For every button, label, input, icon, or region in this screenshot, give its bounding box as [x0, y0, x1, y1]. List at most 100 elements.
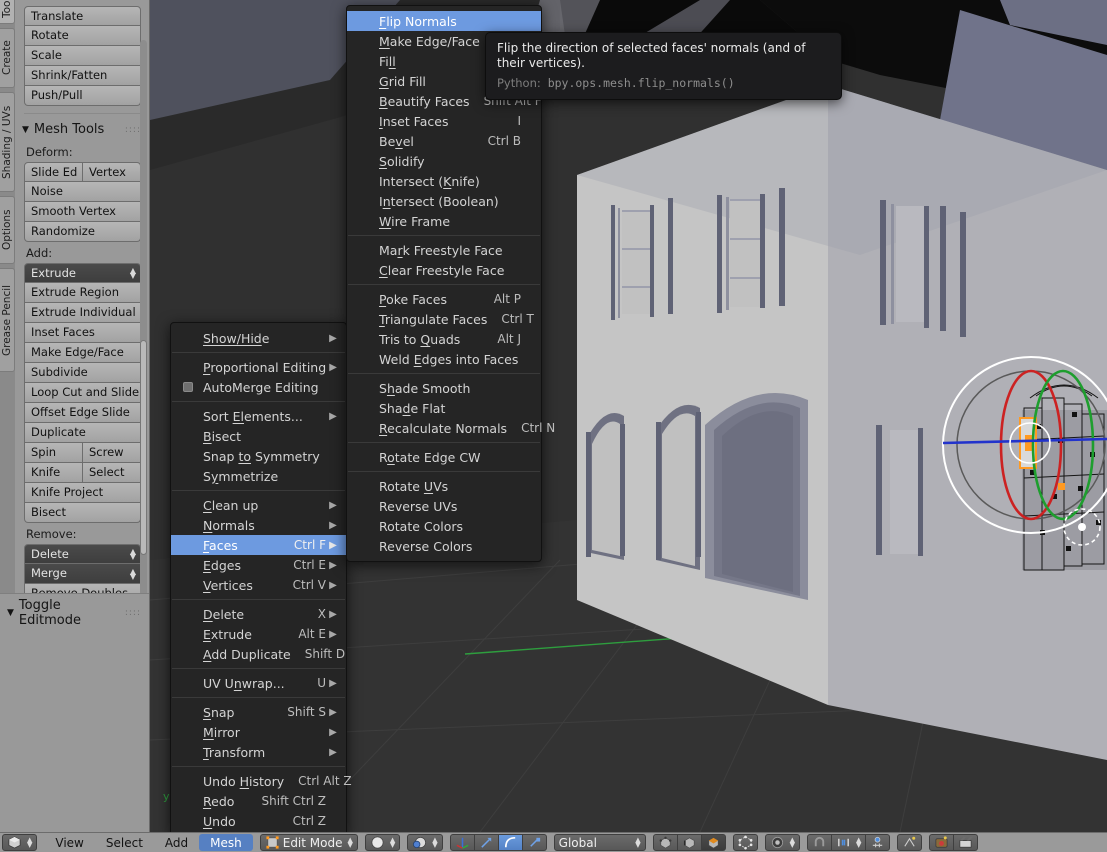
menu-item-snap-to-symmetry[interactable]: Snap to Symmetry▶	[171, 446, 346, 466]
dropdown-extrude[interactable]: Extrude ▲ ▼	[24, 263, 141, 283]
menu-item-triangulate-faces[interactable]: Triangulate Faces Ctrl T	[347, 309, 541, 329]
sidebar-tab-shading-uvs[interactable]: Shading / UVs	[0, 92, 15, 192]
snap-target-dropdown[interactable]: ▲ ▼	[832, 834, 867, 851]
menu-item-flip-normals[interactable]: Flip Normals	[347, 11, 541, 31]
menu-item-extrude[interactable]: Extrude Alt E ▶	[171, 624, 346, 644]
sidebar-tab-grease-pencil[interactable]: Grease Pencil	[0, 268, 15, 372]
mesh-symmetry-button[interactable]	[897, 834, 923, 851]
panel-header-toggle-editmode[interactable]: ▼ Toggle Editmode ::::	[0, 594, 149, 632]
menu-item-reverse-colors[interactable]: Reverse Colors	[347, 536, 541, 556]
menu-item-redo[interactable]: Redo Shift Ctrl Z ▶	[171, 791, 346, 811]
limit-selection-button[interactable]	[732, 834, 758, 851]
menu-item-snap[interactable]: Snap Shift S ▶	[171, 702, 346, 722]
tool-scale[interactable]: Scale	[24, 46, 141, 66]
render-image-button[interactable]	[929, 834, 955, 851]
tool-spin[interactable]: Spin	[24, 443, 83, 463]
tool-screw[interactable]: Screw	[83, 443, 141, 463]
tool-slide-vertex[interactable]: Vertex	[83, 162, 141, 182]
tool-shrink-fatten[interactable]: Shrink/Fatten	[24, 66, 141, 86]
dropdown-merge[interactable]: Merge ▲ ▼	[24, 564, 141, 584]
menu-item-sort-elements[interactable]: Sort Elements... ▶	[171, 406, 346, 426]
menu-mesh[interactable]: Mesh	[199, 834, 253, 851]
menu-item-rotate-colors[interactable]: Rotate Colors	[347, 516, 541, 536]
vertex-select-mode-button[interactable]	[652, 834, 678, 851]
tool-knife-project[interactable]: Knife Project	[24, 483, 141, 503]
menu-item-mark-freestyle-face[interactable]: Mark Freestyle Face	[347, 240, 541, 260]
menu-item-intersect-boolean[interactable]: Intersect (Boolean)	[347, 191, 541, 211]
scrollbar-thumb[interactable]	[140, 340, 147, 555]
tool-randomize[interactable]: Randomize	[24, 222, 141, 242]
menu-item-weld-edges-into-faces[interactable]: Weld Edges into Faces	[347, 349, 541, 369]
menu-item-inset-faces[interactable]: Inset Faces I	[347, 111, 541, 131]
tool-knife-select[interactable]: Select	[83, 463, 141, 483]
panel-toggle-editmode[interactable]: ▼ Toggle Editmode ::::	[0, 593, 149, 632]
menu-item-undo-history[interactable]: Undo History Ctrl Alt Z ▶	[171, 771, 352, 791]
tool-duplicate[interactable]: Duplicate	[24, 423, 141, 443]
menu-item-bevel[interactable]: Bevel Ctrl B	[347, 131, 541, 151]
menu-item-transform[interactable]: Transform ▶	[171, 742, 346, 762]
menu-item-rotate-edge-cw[interactable]: Rotate Edge CW	[347, 447, 541, 467]
tool-smooth-vertex[interactable]: Smooth Vertex	[24, 202, 141, 222]
render-animation-button[interactable]	[954, 834, 979, 851]
menu-item-mirror[interactable]: Mirror ▶	[171, 722, 346, 742]
menu-add[interactable]: Add	[154, 834, 199, 851]
dropdown-delete[interactable]: Delete ▲ ▼	[24, 544, 141, 564]
tool-bisect[interactable]: Bisect	[24, 503, 141, 523]
menu-item-tris-to-quads[interactable]: Tris to Quads Alt J	[347, 329, 541, 349]
snap-toggle-button[interactable]	[807, 834, 833, 851]
menu-item-bisect[interactable]: Bisect▶	[171, 426, 346, 446]
menu-item-clear-freestyle-face[interactable]: Clear Freestyle Face	[347, 260, 541, 280]
transform-orientation-dropdown[interactable]: Global ▲ ▼	[553, 834, 646, 851]
tool-extrude-individual[interactable]: Extrude Individual	[24, 303, 141, 323]
panel-header-mesh-tools[interactable]: ▼ Mesh Tools ::::	[15, 118, 149, 141]
interaction-mode-dropdown[interactable]: Edit Mode ▲ ▼	[259, 834, 358, 851]
menu-item-poke-faces[interactable]: Poke Faces Alt P	[347, 289, 541, 309]
manipulator-toggle[interactable]	[449, 834, 475, 851]
menu-item-wire-frame[interactable]: Wire Frame	[347, 211, 541, 231]
sidebar-tab-options[interactable]: Options	[0, 196, 15, 264]
tool-inset-faces[interactable]: Inset Faces	[24, 323, 141, 343]
edge-select-mode-button[interactable]	[677, 834, 702, 851]
tool-push-pull[interactable]: Push/Pull	[24, 86, 141, 106]
tool-offset-edge-slide[interactable]: Offset Edge Slide	[24, 403, 141, 423]
tool-noise[interactable]: Noise	[24, 182, 141, 202]
tool-loop-cut-and-slide[interactable]: Loop Cut and Slide	[24, 383, 141, 403]
menu-item-intersect-knife[interactable]: Intersect (Knife)	[347, 171, 541, 191]
menu-item-proportional-editing[interactable]: Proportional Editing ▶	[171, 357, 346, 377]
tool-knife[interactable]: Knife	[24, 463, 83, 483]
tool-make-edge-face[interactable]: Make Edge/Face	[24, 343, 141, 363]
menu-item-clean-up[interactable]: Clean up ▶	[171, 495, 346, 515]
menu-item-delete[interactable]: Delete X ▶	[171, 604, 346, 624]
menu-item-add-duplicate[interactable]: Add Duplicate Shift D ▶	[171, 644, 346, 664]
render-engine-dropdown[interactable]: ▲ ▼	[407, 834, 443, 851]
tool-rotate[interactable]: Rotate	[24, 26, 141, 46]
menu-item-normals[interactable]: Normals ▶	[171, 515, 346, 535]
manipulator-rotate-button[interactable]	[498, 834, 523, 851]
tool-slide-edge[interactable]: Slide Ed	[24, 162, 83, 182]
menu-view[interactable]: View	[44, 834, 94, 851]
menu-item-uv-unwrap[interactable]: UV Unwrap... U ▶	[171, 673, 346, 693]
snap-node-button[interactable]	[866, 834, 891, 851]
sidebar-tab-create[interactable]: Create	[0, 28, 15, 88]
menu-item-symmetrize[interactable]: Symmetrize▶	[171, 466, 346, 486]
editor-type-button[interactable]: ▲ ▼	[2, 834, 38, 851]
menu-item-undo[interactable]: Undo Ctrl Z ▶	[171, 811, 346, 831]
menu-item-rotate-uvs[interactable]: Rotate UVs	[347, 476, 541, 496]
manipulator-scale-button[interactable]	[522, 834, 547, 851]
menu-item-vertices[interactable]: Vertices Ctrl V ▶	[171, 575, 346, 595]
face-select-mode-button[interactable]	[701, 834, 726, 851]
tool-extrude-region[interactable]: Extrude Region	[24, 283, 141, 303]
menu-item-solidify[interactable]: Solidify	[347, 151, 541, 171]
menu-item-faces[interactable]: Faces Ctrl F ▶	[171, 535, 346, 555]
menu-item-show-hide[interactable]: Show/Hide ▶	[171, 328, 346, 348]
menu-item-reverse-uvs[interactable]: Reverse UVs	[347, 496, 541, 516]
checkbox-automerge[interactable]	[183, 382, 193, 392]
proportional-edit-dropdown[interactable]: ▲ ▼	[764, 834, 801, 851]
mesh-menu[interactable]: Show/Hide ▶ Proportional Editing ▶ AutoMer…	[170, 322, 352, 837]
menu-select[interactable]: Select	[95, 834, 154, 851]
manipulator-translate-button[interactable]	[474, 834, 499, 851]
tool-subdivide[interactable]: Subdivide	[24, 363, 141, 383]
viewport-shading-dropdown[interactable]: ▲ ▼	[364, 834, 401, 851]
menu-item-shade-smooth[interactable]: Shade Smooth	[347, 378, 541, 398]
menu-item-recalculate-normals[interactable]: Recalculate Normals Ctrl N	[347, 418, 555, 438]
